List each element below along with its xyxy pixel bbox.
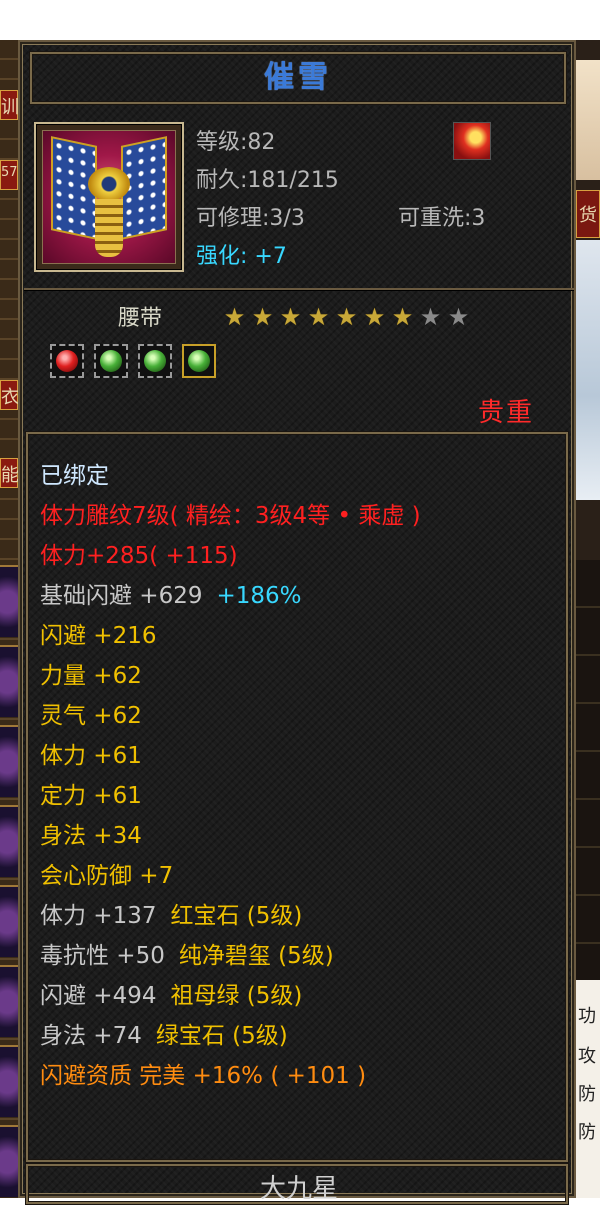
left-background-panel: 训 57 衣 能 — [0, 40, 19, 1198]
right-tab[interactable]: 货 — [576, 190, 600, 238]
attribute-line: 毒抗性 +50 纯净碧玺 (5级) — [40, 936, 421, 976]
enhance-label: 强化: — [196, 244, 248, 269]
skill-slot[interactable] — [0, 805, 18, 877]
attribute-text: 已绑定 — [40, 463, 109, 489]
scene-image — [576, 60, 600, 180]
skill-slot[interactable] — [0, 1125, 18, 1197]
item-tooltip: 催雪 等级:82 耐久:181/215 可修理:3/3 可重洗:3 强化: +7… — [18, 40, 576, 1204]
skill-slot[interactable] — [0, 725, 18, 797]
skill-slot[interactable] — [0, 565, 18, 637]
belt-item-icon — [42, 130, 176, 264]
footer-text: 大九星 — [259, 1174, 338, 1204]
attribute-text: 定力 +61 — [40, 783, 142, 809]
attribute-text: 力量 +62 — [40, 663, 142, 689]
attribute-text: 体力 +137 — [40, 903, 157, 929]
attribute-text: 身法 +34 — [40, 823, 142, 849]
left-tab[interactable]: 能 — [0, 458, 19, 488]
attribute-text: 基础闪避 +629 — [40, 583, 203, 609]
attribute-line: 定力 +61 — [40, 776, 421, 816]
item-repairable: 可修理:3/3 — [196, 206, 305, 231]
item-type: 腰带 — [118, 306, 163, 331]
attribute-extra: +186% — [216, 583, 302, 609]
right-background-panel: 货 功 攻 防 防 — [576, 40, 600, 1198]
star-filled-icon: ★ — [251, 303, 275, 331]
attribute-line: 体力+285( +115) — [40, 536, 421, 576]
attribute-list: 已绑定体力雕纹7级( 精绘：3级4等 • 乘虚 ) 体力+285( +115) 基础… — [40, 456, 421, 1096]
attribute-text: 闪避 +216 — [40, 623, 157, 649]
attribute-line: 力量 +62 — [40, 656, 421, 696]
gem-slot[interactable] — [94, 344, 128, 378]
stats-panel: 功 攻 防 防 — [576, 980, 600, 1198]
left-tab[interactable]: 训 — [0, 90, 19, 120]
attribute-line: 闪避资质 完美 +16% ( +101 ) — [40, 1056, 421, 1096]
item-rarity: 贵重 — [477, 398, 534, 428]
skill-slot[interactable] — [0, 645, 18, 717]
star-empty-icon: ★ — [447, 303, 471, 331]
attribute-extra: 绿宝石 (5级) — [155, 1023, 288, 1049]
attribute-text: 闪避资质 完美 +16% ( +101 ) — [40, 1063, 367, 1089]
skill-slot[interactable] — [0, 885, 18, 957]
item-durability: 耐久:181/215 — [196, 168, 339, 193]
divider — [24, 288, 574, 291]
green-gem-icon — [100, 350, 122, 372]
attribute-text: 闪避 +494 — [40, 983, 157, 1009]
star-empty-icon: ★ — [419, 303, 443, 331]
attribute-line: 身法 +74 绿宝石 (5级) — [40, 1016, 421, 1056]
list-strip — [576, 560, 600, 980]
gem-slot[interactable] — [138, 344, 172, 378]
skill-slot[interactable] — [0, 965, 18, 1037]
green-gem-icon — [188, 350, 210, 372]
attribute-line: 闪避 +494 祖母绿 (5级) — [40, 976, 421, 1016]
star-filled-icon: ★ — [279, 303, 303, 331]
attribute-line: 已绑定 — [40, 456, 421, 496]
left-tab[interactable]: 57 — [0, 160, 18, 190]
item-icon-frame[interactable] — [34, 122, 184, 272]
item-name: 催雪 — [264, 60, 332, 95]
gem-slot[interactable] — [182, 344, 216, 378]
attribute-text: 体力+285( +115) — [40, 543, 238, 569]
attribute-text: 毒抗性 +50 — [40, 943, 165, 969]
attribute-text: 会心防御 +7 — [40, 863, 174, 889]
quality-badge-icon — [453, 122, 491, 160]
title-bar: 催雪 — [30, 52, 566, 104]
attribute-line: 基础闪避 +629 +186% — [40, 576, 421, 616]
star-filled-icon: ★ — [307, 303, 331, 331]
item-rewashable: 可重洗:3 — [398, 206, 486, 231]
attribute-text: 身法 +74 — [40, 1023, 142, 1049]
attribute-line: 会心防御 +7 — [40, 856, 421, 896]
star-filled-icon: ★ — [391, 303, 415, 331]
left-tab[interactable]: 衣 — [0, 380, 19, 410]
scene-image — [576, 240, 600, 500]
star-filled-icon: ★ — [335, 303, 359, 331]
skill-slot[interactable] — [0, 1045, 18, 1117]
gem-slot[interactable] — [50, 344, 84, 378]
attribute-line: 身法 +34 — [40, 816, 421, 856]
item-level: 等级:82 — [196, 130, 276, 155]
attribute-line: 闪避 +216 — [40, 616, 421, 656]
enhance-value: +7 — [254, 244, 287, 269]
red-gem-icon — [56, 350, 78, 372]
attribute-line: 体力 +61 — [40, 736, 421, 776]
attribute-line: 体力 +137 红宝石 (5级) — [40, 896, 421, 936]
attribute-text: 体力雕纹7级( 精绘：3级4等 • 乘虚 ) — [40, 503, 421, 529]
attribute-text: 灵气 +62 — [40, 703, 142, 729]
attribute-line: 灵气 +62 — [40, 696, 421, 736]
attribute-extra: 纯净碧玺 (5级) — [178, 943, 334, 969]
item-enhance: 强化: +7 — [196, 238, 287, 270]
star-filled-icon: ★ — [223, 303, 247, 331]
attribute-extra: 红宝石 (5级) — [170, 903, 303, 929]
attribute-line: 体力雕纹7级( 精绘：3级4等 • 乘虚 ) — [40, 496, 421, 536]
star-rating: ★ ★ ★ ★ ★ ★ ★ ★ ★ — [221, 304, 473, 330]
green-gem-icon — [144, 350, 166, 372]
star-filled-icon: ★ — [363, 303, 387, 331]
attribute-extra: 祖母绿 (5级) — [170, 983, 303, 1009]
attribute-text: 体力 +61 — [40, 743, 142, 769]
